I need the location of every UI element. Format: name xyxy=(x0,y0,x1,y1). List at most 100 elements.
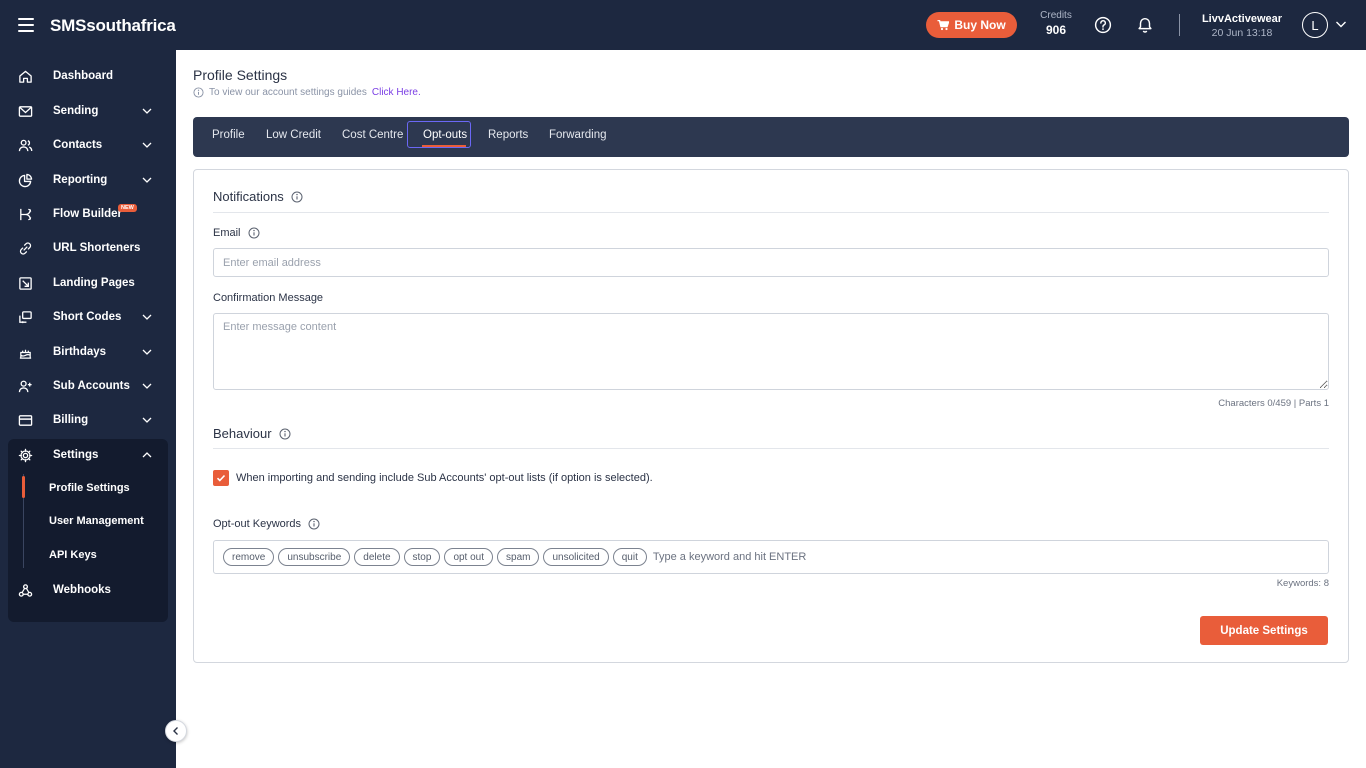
keyword-chip[interactable]: stop xyxy=(403,548,441,566)
tab-low-credit[interactable]: Low Credit xyxy=(266,129,321,141)
chevron-down-icon xyxy=(142,349,152,355)
sidebar-item-flow-builder[interactable]: Flow Builder NEW xyxy=(8,199,168,229)
guide-hint: To view our account settings guides Clic… xyxy=(193,87,421,98)
hamburger-menu-icon[interactable] xyxy=(18,18,34,32)
include-sub-accounts-checkbox[interactable] xyxy=(213,470,229,486)
chevron-down-icon[interactable] xyxy=(1335,18,1347,30)
keyword-chip[interactable]: unsubscribe xyxy=(278,548,351,566)
sidebar-item-landing-pages[interactable]: Landing Pages xyxy=(8,268,168,298)
sidebar-item-label: Billing xyxy=(53,414,89,426)
info-icon xyxy=(193,87,204,98)
collapse-sidebar-button[interactable] xyxy=(165,720,187,742)
info-icon[interactable] xyxy=(248,227,260,239)
keyword-counter: Keywords: 8 xyxy=(1276,578,1329,589)
help-icon[interactable] xyxy=(1094,16,1112,34)
tab-forwarding[interactable]: Forwarding xyxy=(549,129,607,141)
chevron-down-icon xyxy=(142,417,152,423)
email-label-row: Email xyxy=(213,227,260,239)
sidebar-item-billing[interactable]: Billing xyxy=(8,405,168,435)
sidebar-subitem-profile-settings[interactable]: Profile Settings xyxy=(49,482,130,494)
avatar[interactable]: L xyxy=(1302,12,1328,38)
section-divider xyxy=(213,212,1329,213)
active-indicator xyxy=(22,476,25,498)
chevron-down-icon xyxy=(142,177,152,183)
opt-outs-card: Notifications Email Confirmation Message… xyxy=(193,169,1349,663)
sidebar-item-label: URL Shorteners xyxy=(53,242,141,254)
sidebar-item-label: Settings xyxy=(53,449,99,461)
keywords-input-box[interactable]: remove unsubscribe delete stop opt out s… xyxy=(213,540,1329,574)
chevron-down-icon xyxy=(142,383,152,389)
sidebar-item-birthdays[interactable]: Birthdays xyxy=(8,337,168,367)
update-settings-button[interactable]: Update Settings xyxy=(1200,616,1328,645)
cart-icon xyxy=(937,19,950,30)
guide-text: To view our account settings guides xyxy=(209,87,367,98)
page-title: Profile Settings xyxy=(193,67,288,83)
sidebar-item-settings[interactable]: Settings xyxy=(8,440,168,470)
sidebar-item-short-codes[interactable]: Short Codes xyxy=(8,302,168,332)
users-icon xyxy=(18,139,33,152)
buy-now-button[interactable]: Buy Now xyxy=(926,12,1017,38)
info-icon[interactable] xyxy=(279,428,291,440)
tab-reports[interactable]: Reports xyxy=(488,129,528,141)
flow-icon xyxy=(20,208,32,221)
sidebar-item-label: Sending xyxy=(53,105,99,117)
email-field[interactable] xyxy=(213,248,1329,277)
webhook-icon xyxy=(18,584,33,597)
keyword-chip[interactable]: spam xyxy=(497,548,540,566)
user-plus-icon xyxy=(18,380,32,393)
include-sub-accounts-label: When importing and sending include Sub A… xyxy=(236,472,653,484)
keyword-chip[interactable]: quit xyxy=(612,548,647,566)
brand-logo[interactable]: SMSsouthafrica xyxy=(50,16,176,36)
sidebar-item-sub-accounts[interactable]: Sub Accounts xyxy=(8,371,168,401)
gear-icon xyxy=(18,448,33,463)
credits-value: 906 xyxy=(1045,23,1067,37)
sidebar-item-label: Contacts xyxy=(53,139,103,151)
guide-link[interactable]: Click Here. xyxy=(372,87,421,98)
behaviour-heading: Behaviour xyxy=(213,426,291,441)
keyword-chip[interactable]: delete xyxy=(354,548,400,566)
home-icon xyxy=(19,70,32,83)
current-datetime: 20 Jun 13:18 xyxy=(1211,27,1273,39)
settings-tabs: Profile Low Credit Cost Centre Opt-outs … xyxy=(193,117,1349,157)
behaviour-title: Behaviour xyxy=(213,426,272,441)
sidebar-item-label: Birthdays xyxy=(53,346,107,358)
sidebar-subitem-api-keys[interactable]: API Keys xyxy=(49,549,97,561)
tab-cost-centre[interactable]: Cost Centre xyxy=(342,129,403,141)
credit-card-icon xyxy=(18,415,33,426)
sidebar-subitem-user-management[interactable]: User Management xyxy=(49,515,144,527)
chevron-down-icon xyxy=(142,108,152,114)
top-divider xyxy=(1179,14,1180,36)
user-name: LivvActivewear xyxy=(1201,13,1283,25)
sidebar-item-webhooks[interactable]: Webhooks xyxy=(8,575,168,605)
character-counter: Characters 0/459 | Parts 1 xyxy=(1218,398,1329,409)
chevron-left-icon xyxy=(173,727,178,735)
sidebar-item-label: Short Codes xyxy=(53,311,122,323)
tab-opt-outs[interactable]: Opt-outs xyxy=(423,129,467,141)
info-icon[interactable] xyxy=(291,191,303,203)
notifications-heading: Notifications xyxy=(213,189,303,204)
bell-icon[interactable] xyxy=(1136,16,1154,34)
sidebar-item-url-shorteners[interactable]: URL Shorteners xyxy=(8,233,168,263)
sidebar-item-label: Sub Accounts xyxy=(53,380,130,392)
user-info[interactable]: LivvActivewear 20 Jun 13:18 xyxy=(1196,13,1288,39)
pie-chart-icon xyxy=(18,173,33,188)
sidebar-item-reporting[interactable]: Reporting xyxy=(8,165,168,195)
info-icon[interactable] xyxy=(308,518,320,530)
sidebar-item-dashboard[interactable]: Dashboard xyxy=(8,61,168,91)
keyword-chip[interactable]: opt out xyxy=(444,548,494,566)
sidebar-item-contacts[interactable]: Contacts xyxy=(8,130,168,160)
keyword-chip[interactable]: unsolicited xyxy=(543,548,609,566)
keyword-input[interactable] xyxy=(652,551,953,563)
buy-now-label: Buy Now xyxy=(954,18,1006,32)
chevron-down-icon xyxy=(142,142,152,148)
email-label: Email xyxy=(213,227,241,239)
tab-profile[interactable]: Profile xyxy=(212,129,245,141)
keyword-chip[interactable]: remove xyxy=(223,548,275,566)
confirmation-message-field[interactable] xyxy=(213,313,1329,390)
sidebar-item-label: Flow Builder xyxy=(53,208,122,220)
sidebar: Dashboard Sending Contacts Reporting Flo… xyxy=(0,50,176,768)
sidebar-item-sending[interactable]: Sending xyxy=(8,96,168,126)
sidebar-item-label: Webhooks xyxy=(53,584,111,596)
cake-icon xyxy=(19,349,32,359)
active-tab-underline xyxy=(422,145,466,147)
